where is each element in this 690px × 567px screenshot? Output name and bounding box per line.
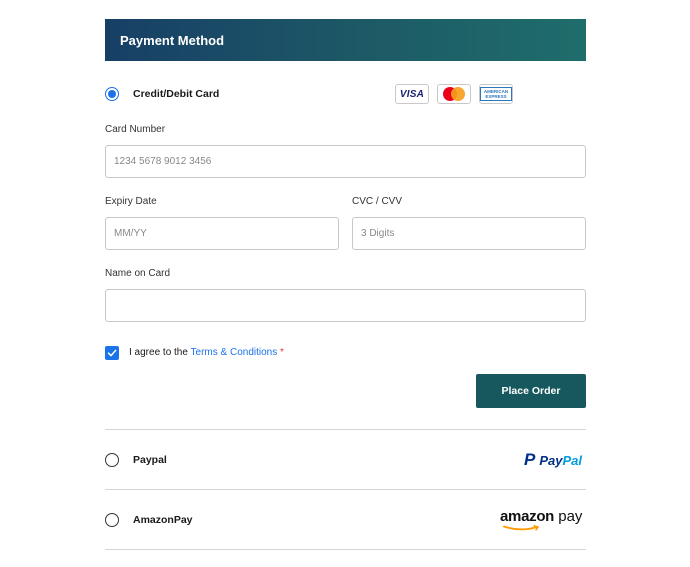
paypal-label: Paypal	[133, 454, 167, 466]
divider	[105, 549, 586, 550]
paypal-option[interactable]: Paypal	[105, 452, 405, 468]
header-title: Payment Method	[120, 32, 225, 48]
cvc-input[interactable]: 3 Digits	[352, 217, 586, 250]
name-on-card-label: Name on Card	[105, 268, 171, 279]
divider	[105, 489, 586, 490]
terms-checkbox[interactable]	[105, 346, 119, 360]
visa-logo: VISA	[395, 84, 429, 104]
expiry-date-label: Expiry Date	[105, 196, 157, 207]
mastercard-logo	[437, 84, 471, 104]
paypal-logo: P PayPal	[524, 450, 582, 469]
card-logos: VISA AMERICAN EXPRESS	[395, 84, 513, 104]
cvc-label: CVC / CVV	[352, 196, 403, 207]
divider	[105, 429, 586, 430]
card-number-label: Card Number	[105, 124, 166, 135]
expiry-date-input[interactable]: MM/YY	[105, 217, 339, 250]
amex-logo: AMERICAN EXPRESS	[479, 84, 513, 104]
paypal-radio[interactable]	[105, 453, 119, 467]
payment-method-header: Payment Method	[105, 19, 586, 61]
checkmark-icon	[107, 349, 117, 357]
terms-text: I agree to the Terms & Conditions *	[129, 347, 284, 358]
amazon-pay-logo: amazon pay	[500, 508, 582, 531]
credit-card-option[interactable]: Credit/Debit Card VISA AMERICAN EXPRESS	[105, 84, 586, 104]
terms-link[interactable]: Terms & Conditions	[191, 347, 278, 358]
name-on-card-input[interactable]	[105, 289, 586, 322]
card-number-input[interactable]: 1234 5678 9012 3456	[105, 145, 586, 178]
amazonpay-label: AmazonPay	[133, 514, 193, 526]
credit-card-label: Credit/Debit Card	[133, 88, 220, 100]
amazonpay-option[interactable]: AmazonPay	[105, 512, 405, 528]
required-mark: *	[280, 347, 284, 358]
paypal-mark-icon: P	[524, 450, 536, 469]
credit-card-radio[interactable]	[105, 87, 119, 101]
amazon-smile-icon	[503, 525, 540, 531]
payment-panel: Payment Method	[105, 19, 586, 61]
place-order-button[interactable]: Place Order	[476, 374, 586, 408]
amazonpay-radio[interactable]	[105, 513, 119, 527]
